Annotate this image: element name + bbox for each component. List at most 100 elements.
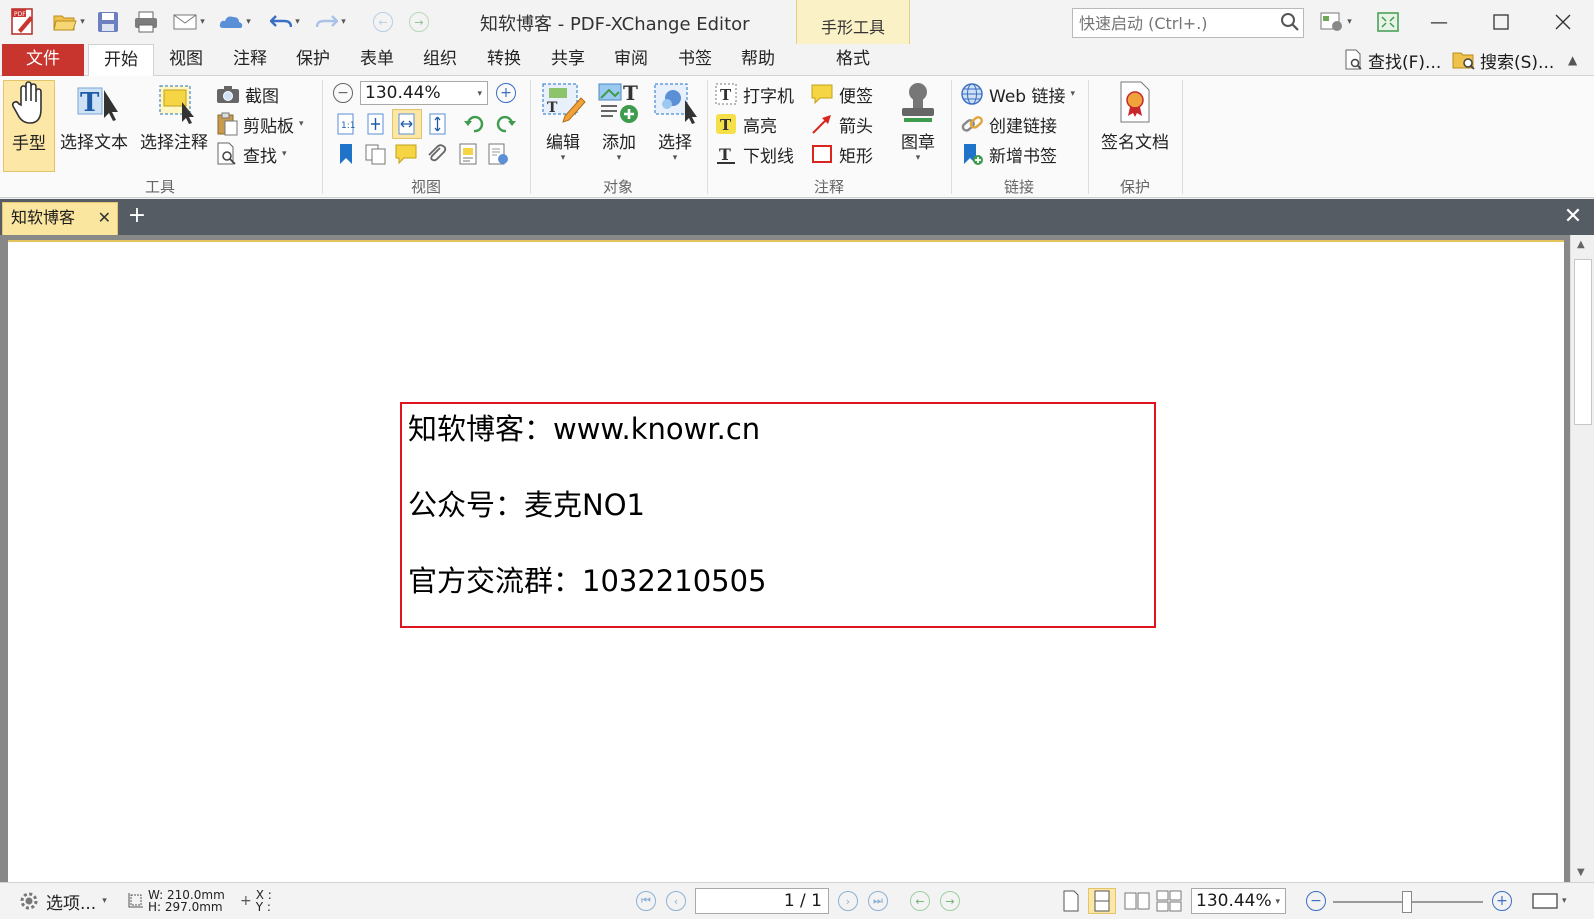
zoom-slider-thumb[interactable] — [1402, 891, 1412, 913]
status-zoom-out-icon[interactable]: − — [1306, 888, 1326, 914]
select-objects-button[interactable]: 选择 ▾ — [648, 80, 702, 172]
search-command[interactable]: 搜索(S)... — [1452, 47, 1554, 73]
zoom-out-icon[interactable]: − — [333, 83, 353, 103]
add-bookmark-button[interactable]: 新增书签 — [960, 140, 1057, 168]
zoom-level-select[interactable]: 130.44% ▾ — [360, 81, 488, 105]
fit-visible-icon[interactable] — [426, 112, 450, 136]
pdf-page[interactable]: 知软博客：www.knowr.cn 公众号：麦克NO1 官方交流群：103221… — [8, 240, 1564, 882]
tab-share[interactable]: 共享 — [540, 44, 596, 76]
hand-tool-button[interactable]: 手型 — [3, 80, 55, 172]
sign-document-icon — [1120, 81, 1150, 123]
find-button[interactable]: 查找 ▾ — [216, 140, 287, 168]
comments-icon[interactable] — [394, 142, 418, 166]
rectangle-button[interactable]: 矩形 — [810, 140, 873, 168]
new-tab-button[interactable]: + — [124, 201, 150, 233]
facing-pages-icon[interactable] — [1124, 888, 1150, 914]
tab-organize[interactable]: 组织 — [412, 44, 468, 76]
document-area[interactable]: 知软博客：www.knowr.cn 公众号：麦克NO1 官方交流群：103221… — [0, 235, 1594, 882]
print-icon[interactable] — [132, 8, 160, 36]
tab-protect[interactable]: 保护 — [285, 44, 341, 76]
open-folder-icon[interactable]: ▾ — [48, 8, 90, 36]
text-box-annotation[interactable]: 知软博客：www.knowr.cn 公众号：麦克NO1 官方交流群：103221… — [400, 402, 1156, 628]
first-page-button[interactable]: ⏮ — [636, 888, 656, 914]
page-number-field[interactable]: 1 / 1 — [695, 888, 829, 914]
stamp-button[interactable]: 图章 ▾ — [892, 80, 944, 172]
continuous-facing-icon[interactable] — [1156, 888, 1182, 914]
highlight-button[interactable]: T 高亮 — [714, 110, 777, 138]
document-tab[interactable]: 知软博客 ✕ — [2, 202, 118, 235]
tab-bookmarks[interactable]: 书签 — [667, 44, 723, 76]
next-page-button[interactable]: › — [838, 888, 858, 914]
close-window-button[interactable] — [1532, 0, 1594, 44]
tab-view[interactable]: 视图 — [158, 44, 214, 76]
arrow-button[interactable]: 箭头 — [810, 110, 873, 138]
find-button-label: 查找 — [243, 146, 277, 167]
back-icon[interactable]: ← — [370, 8, 396, 36]
options-button[interactable]: 选项... ▾ — [18, 888, 107, 914]
tab-help[interactable]: 帮助 — [730, 44, 786, 76]
status-bar: 选项... ▾ W: 210.0mm H: 297.0mm + X : Y : ⏮… — [0, 882, 1594, 919]
close-document-button[interactable]: ✕ — [1558, 201, 1588, 233]
scroll-down-icon[interactable]: ▼ — [1577, 867, 1585, 878]
scrollbar-thumb[interactable] — [1574, 259, 1592, 425]
edit-objects-button[interactable]: T 编辑 ▾ — [536, 80, 590, 172]
sticky-note-button[interactable]: 便签 — [810, 80, 873, 108]
tab-file[interactable]: 文件 — [2, 44, 84, 76]
save-icon[interactable] — [94, 8, 122, 36]
actual-size-icon[interactable]: 1:1 — [334, 112, 358, 136]
settings-doc-icon[interactable] — [486, 142, 510, 166]
select-annotation-button[interactable]: 选择注释 — [136, 80, 212, 172]
underline-button[interactable]: T 下划线 — [714, 140, 794, 168]
forward-icon[interactable]: → — [406, 8, 432, 36]
email-icon[interactable]: ▾ — [168, 8, 210, 36]
rotate-right-icon[interactable] — [494, 112, 518, 136]
bookmark-icon[interactable] — [334, 142, 358, 166]
tab-review[interactable]: 审阅 — [603, 44, 659, 76]
attachment-icon[interactable] — [424, 142, 448, 166]
thumbnails-icon[interactable] — [364, 142, 388, 166]
cloud-icon[interactable]: ▾ — [214, 8, 256, 36]
web-links-button[interactable]: Web 链接 ▾ — [960, 80, 1075, 108]
customize-toolbar-icon[interactable]: ▾ — [1316, 8, 1356, 36]
tab-convert[interactable]: 转换 — [476, 44, 532, 76]
search-icon[interactable] — [1280, 12, 1300, 37]
find-command[interactable]: 查找(F)... — [1344, 47, 1441, 73]
forward-view-button[interactable]: → — [940, 888, 960, 914]
minimize-button[interactable]: — — [1408, 0, 1470, 44]
scroll-up-icon[interactable]: ▲ — [1577, 239, 1585, 250]
vertical-scrollbar[interactable]: ▲ ▼ — [1570, 235, 1594, 882]
collapse-ribbon-icon[interactable]: ▲ — [1568, 47, 1577, 73]
app-logo-icon[interactable]: PDF — [8, 8, 38, 36]
last-page-button[interactable]: ⏭ — [868, 888, 888, 914]
fit-width-button[interactable] — [392, 109, 422, 139]
continuous-page-icon[interactable] — [1088, 888, 1116, 914]
sign-document-button[interactable]: 签名文档 — [1094, 80, 1176, 172]
back-view-button[interactable]: ← — [910, 888, 930, 914]
single-page-icon[interactable] — [1062, 888, 1080, 914]
view-mode-button[interactable]: ▾ — [1532, 888, 1567, 914]
tab-home[interactable]: 开始 — [88, 44, 154, 77]
tab-comment[interactable]: 注释 — [222, 44, 278, 76]
zoom-in-icon[interactable]: + — [496, 83, 516, 103]
typewriter-button[interactable]: T 打字机 — [714, 80, 794, 108]
select-text-button[interactable]: T 选择文本 — [58, 80, 130, 172]
create-link-button[interactable]: 创建链接 — [960, 110, 1057, 138]
status-zoom-select[interactable]: 130.44% ▾ — [1191, 888, 1286, 914]
tab-format[interactable]: 格式 — [796, 44, 910, 76]
close-tab-icon[interactable]: ✕ — [98, 203, 111, 233]
quick-launch-input[interactable] — [1072, 8, 1304, 38]
add-objects-button[interactable]: T 添加 ▾ — [592, 80, 646, 172]
search-label: 搜索(S)... — [1480, 52, 1555, 73]
maximize-button[interactable] — [1470, 0, 1532, 44]
fit-page-icon[interactable] — [364, 112, 388, 136]
redo-icon[interactable]: ▾ — [310, 8, 352, 36]
clipboard-button[interactable]: 剪贴板 ▾ — [216, 110, 304, 138]
status-zoom-in-icon[interactable]: + — [1492, 888, 1512, 914]
prev-page-button[interactable]: ‹ — [666, 888, 686, 914]
snapshot-button[interactable]: 截图 — [216, 80, 279, 108]
rotate-left-icon[interactable] — [462, 112, 486, 136]
properties-icon[interactable] — [456, 142, 480, 166]
undo-icon[interactable]: ▾ — [264, 8, 306, 36]
fullscreen-icon[interactable] — [1374, 8, 1402, 36]
tab-forms[interactable]: 表单 — [349, 44, 405, 76]
